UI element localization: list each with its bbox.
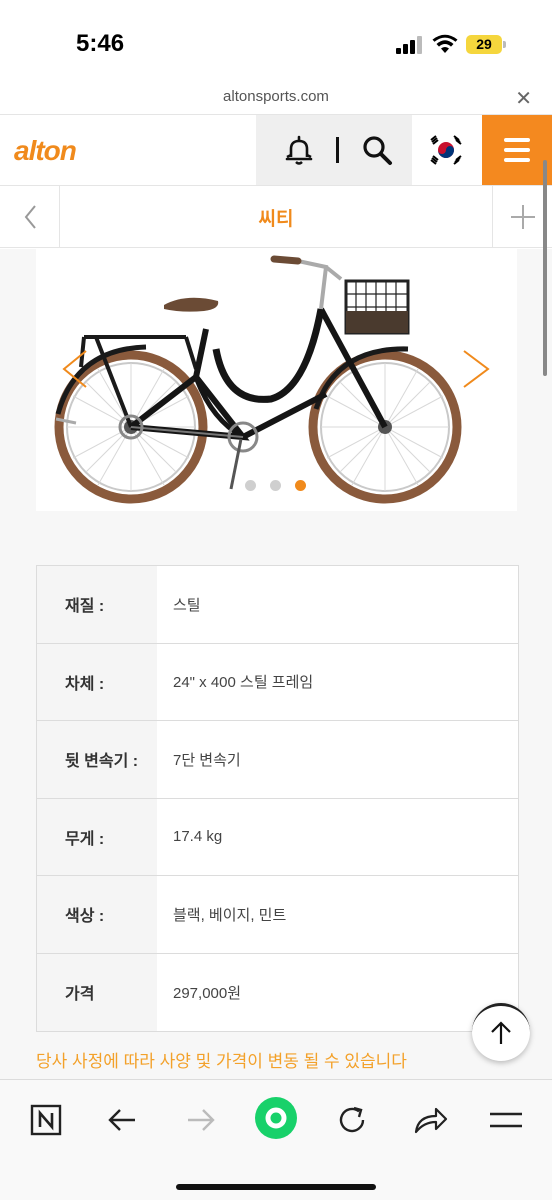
spec-row: 무게 : 17.4 kg [37, 798, 518, 876]
spec-row: 차체 : 24" x 400 스틸 프레임 [37, 643, 518, 721]
bicycle-image [54, 255, 462, 504]
prev-category-button[interactable] [0, 186, 60, 248]
page-title: 씨티 [258, 209, 294, 230]
close-icon[interactable]: ✕ [515, 86, 532, 111]
content-area: 재질 : 스틸 차체 : 24" x 400 스틸 프레임 뒷 변속기 : 7단… [0, 249, 552, 1079]
home-circle-icon[interactable] [254, 1096, 298, 1140]
cellular-signal-icon [396, 36, 424, 54]
spec-row: 가격 297,000원 [37, 953, 518, 1031]
spec-value: 24" x 400 스틸 프레임 [173, 674, 314, 692]
spec-label: 뒷 변속기 : [37, 721, 157, 798]
forward-arrow-icon[interactable] [180, 1100, 220, 1140]
product-image-slider[interactable] [36, 249, 517, 511]
tabs-menu-icon[interactable] [486, 1100, 526, 1140]
url-text[interactable]: altonsports.com [0, 88, 552, 105]
scroll-to-top-button[interactable] [472, 1003, 530, 1061]
price-notice: 당사 사정에 따라 사양 및 가격이 변동 될 수 있습니다 [36, 1052, 407, 1071]
scrollbar[interactable] [543, 160, 547, 376]
home-indicator [176, 1184, 376, 1190]
spec-label: 색상 : [37, 876, 157, 953]
search-icon[interactable] [360, 133, 394, 167]
n-logo-icon[interactable] [28, 1100, 68, 1140]
spec-row: 재질 : 스틸 [37, 566, 518, 644]
spec-label: 무게 : [37, 798, 157, 875]
status-time: 5:46 [76, 30, 125, 57]
browser-toolbar [0, 1079, 552, 1200]
slider-dot-active[interactable] [295, 480, 306, 491]
status-bar: 5:46 29 [0, 0, 552, 84]
korea-flag-icon [428, 133, 464, 167]
site-header: alton [0, 114, 552, 186]
spec-label: 가격 [37, 953, 157, 1031]
header-separator [336, 137, 339, 163]
wifi-icon [432, 34, 458, 53]
reload-icon[interactable] [332, 1100, 372, 1140]
chevron-left-icon [24, 205, 36, 229]
bell-icon[interactable] [282, 133, 316, 167]
battery-tip [503, 41, 506, 48]
spec-value: 스틸 [173, 596, 201, 614]
battery-indicator: 29 [466, 35, 502, 54]
slider-dot[interactable] [245, 480, 256, 491]
spec-value: 7단 변속기 [173, 751, 241, 769]
spec-row: 색상 : 블랙, 베이지, 민트 [37, 876, 518, 954]
site-logo[interactable]: alton [14, 135, 77, 167]
slider-dot[interactable] [270, 480, 281, 491]
slider-pagination [245, 478, 320, 491]
spec-value: 17.4 kg [173, 828, 223, 846]
header-tools [256, 115, 412, 185]
language-button[interactable] [412, 115, 482, 185]
share-icon[interactable] [410, 1100, 450, 1140]
hamburger-menu-button[interactable] [482, 115, 552, 185]
spec-label: 차체 : [37, 643, 157, 720]
slider-next-arrow-icon[interactable] [456, 347, 496, 391]
spec-value: 297,000원 [173, 984, 242, 1002]
url-bar[interactable]: altonsports.com ✕ [0, 84, 552, 114]
back-arrow-icon[interactable] [103, 1100, 143, 1140]
spec-value: 블랙, 베이지, 민트 [173, 906, 287, 924]
sub-nav: 씨티 [0, 186, 552, 248]
spec-label: 재질 : [37, 566, 157, 643]
spec-row: 뒷 변속기 : 7단 변속기 [37, 721, 518, 799]
slider-prev-arrow-icon[interactable] [56, 347, 96, 391]
arrow-up-icon [491, 1021, 511, 1044]
spec-table: 재질 : 스틸 차체 : 24" x 400 스틸 프레임 뒷 변속기 : 7단… [36, 565, 519, 1032]
